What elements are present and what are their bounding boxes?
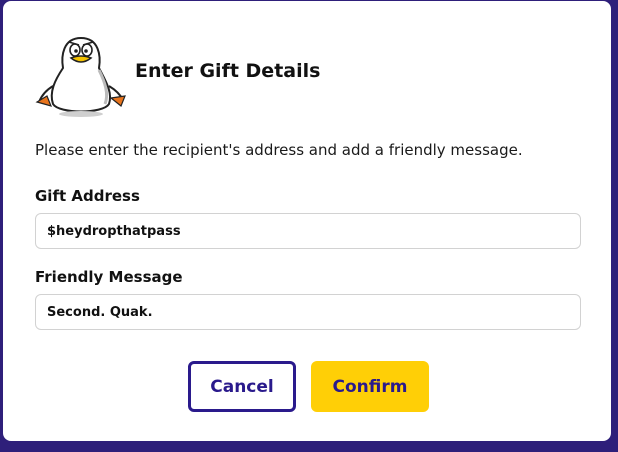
confirm-button[interactable]: Confirm [311, 361, 429, 412]
gift-details-dialog: Enter Gift Details Please enter the reci… [3, 1, 611, 441]
cancel-button[interactable]: Cancel [188, 361, 296, 412]
dialog-header: Enter Gift Details [33, 26, 593, 118]
friendly-message-input[interactable] [35, 294, 581, 330]
gift-address-input[interactable] [35, 213, 581, 249]
penguin-mascot-icon [33, 26, 133, 118]
friendly-message-label: Friendly Message [35, 268, 183, 286]
dialog-description: Please enter the recipient's address and… [35, 141, 523, 159]
gift-address-label: Gift Address [35, 187, 140, 205]
dialog-title: Enter Gift Details [135, 60, 321, 82]
